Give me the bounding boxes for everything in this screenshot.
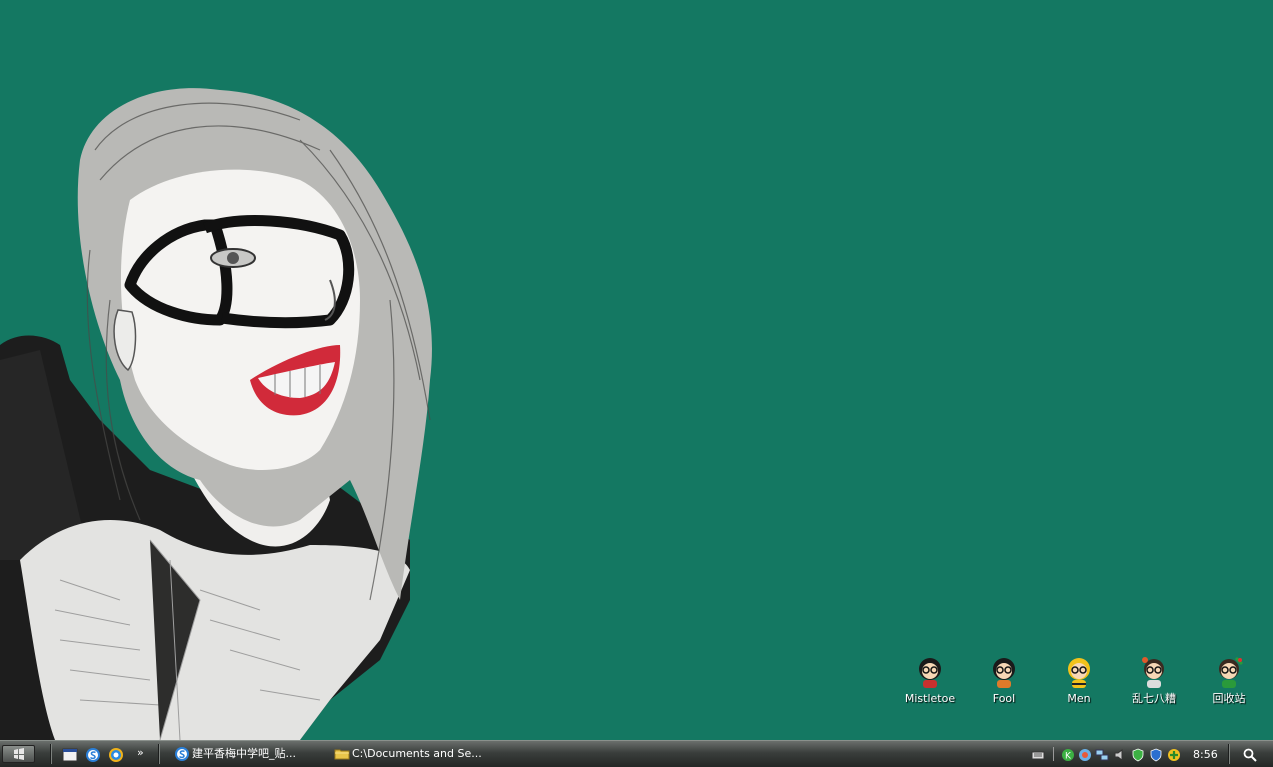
desktop-icon-label: 回收站 [1212,692,1246,705]
recycle-bin-cartoon-icon [1219,656,1244,688]
desktop-icon-label: 乱七八糟 [1132,692,1176,705]
task-label: 建平香梅中学吧_贴... [192,747,296,760]
shield-icon[interactable] [1131,748,1145,762]
taskbar-separator [158,744,160,764]
antivirus-icon[interactable] [1149,748,1163,762]
desktop[interactable]: Mistletoe Fool Men 乱七八糟 回收站 [0,0,1273,740]
folder-icon [334,749,350,760]
sogou-browser-icon[interactable] [85,747,101,763]
taskbar-task-explorer[interactable]: C:\Documents and Se... [330,743,483,765]
desktop-icon-misc-folder[interactable]: 乱七八糟 [1118,655,1190,705]
qq-browser-icon[interactable] [108,747,124,763]
start-button[interactable] [2,745,35,763]
taskbar-separator [50,744,52,764]
network-computers-icon[interactable] [1095,748,1109,762]
desktop-icon-recycle-bin[interactable]: 回收站 [1193,655,1265,705]
cartoon-bee-girl-icon [1068,658,1090,688]
wallpaper-illustration [0,88,432,740]
windows-logo-icon [14,748,24,760]
tray-separator [1053,747,1054,761]
speaker-icon[interactable] [1113,748,1127,762]
green-k-icon[interactable]: K [1061,748,1075,762]
desktop-icon-label: Men [1067,692,1091,705]
taskbar-task-browser[interactable]: 建平香梅中学吧_贴... [170,743,323,765]
cartoon-girl-icon [919,658,941,688]
clock[interactable]: 8:56 [1193,748,1218,761]
keyboard-icon[interactable] [1031,748,1045,762]
plus-icon[interactable] [1167,748,1181,762]
cartoon-boy-icon [1142,657,1164,688]
desktop-icon-mistletoe[interactable]: Mistletoe [894,655,966,705]
sogou-browser-icon [175,747,189,761]
search-icon[interactable] [1242,747,1258,763]
taskbar-separator [1228,744,1230,764]
desktop-icon-men[interactable]: Men [1043,655,1115,705]
desktop-icon-fool[interactable]: Fool [968,655,1040,705]
task-label: C:\Documents and Se... [352,747,482,760]
show-desktop-icon[interactable] [62,747,78,763]
quick-launch-more-button[interactable]: » [137,746,144,759]
desktop-icon-label: Mistletoe [904,692,956,705]
network-icon[interactable] [1078,748,1092,762]
desktop-icon-label: Fool [992,692,1016,705]
cartoon-girl-icon [993,658,1015,688]
taskbar: » 建平香梅中学吧_贴... C:\Documents and Se... K [0,740,1273,767]
